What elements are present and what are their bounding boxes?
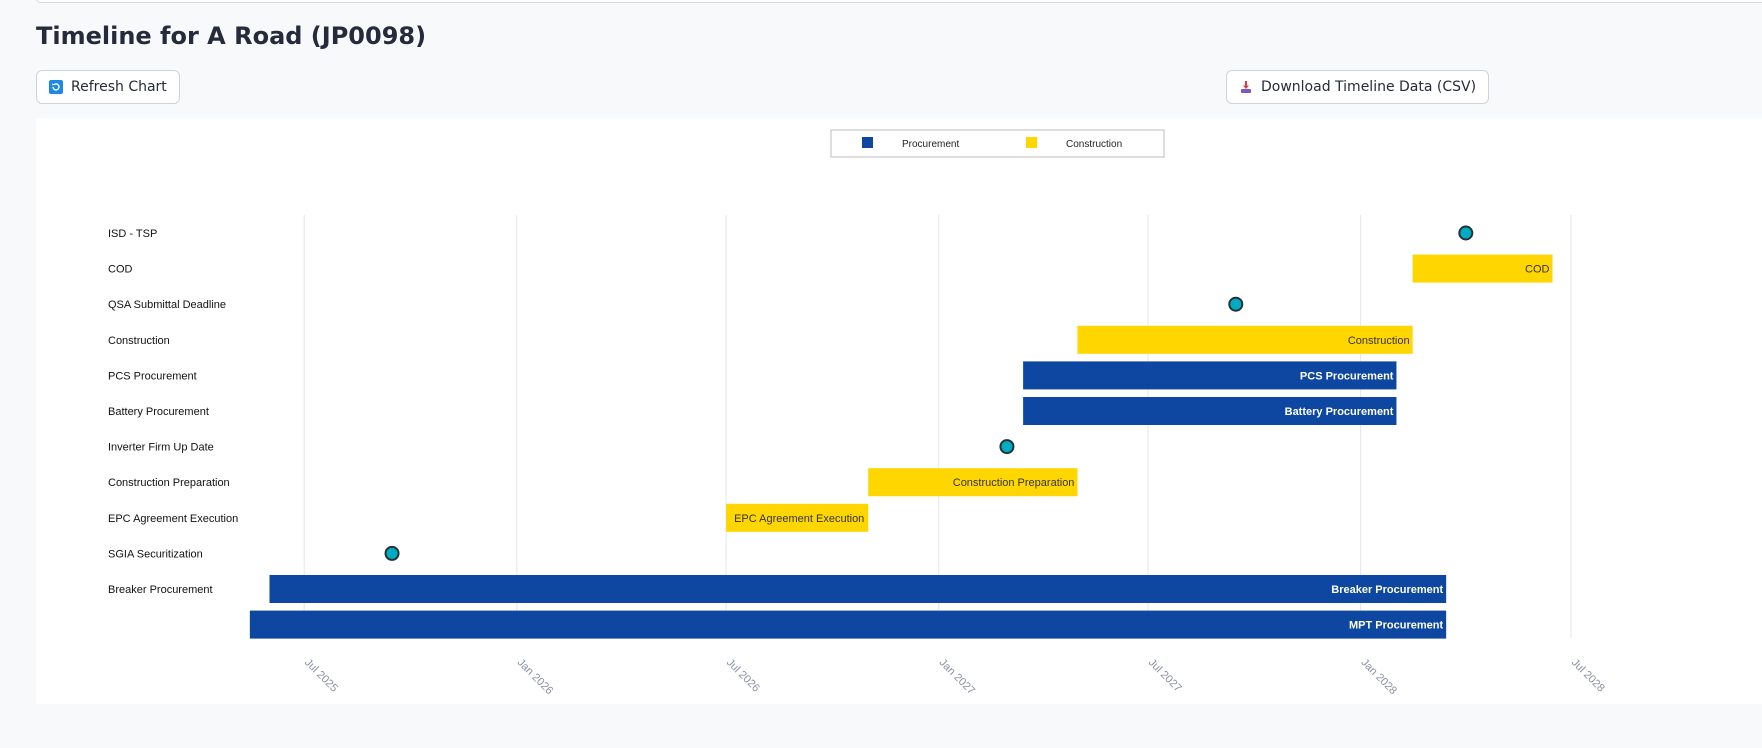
milestone-marker <box>1458 225 1474 241</box>
refresh-chart-label: Refresh Chart <box>71 79 167 95</box>
timeline-chart: Jul 2025 Jan 2026 Jul 2026 Jan 2027 Jul 2027… <box>36 118 1762 704</box>
row-label: ISD - TSP <box>108 228 157 240</box>
row-label: SGIA Securitization <box>108 548 203 560</box>
row-label: COD <box>108 264 133 276</box>
row-label: Construction <box>108 335 170 347</box>
row-label: PCS Procurement <box>108 370 197 382</box>
download-csv-button[interactable]: Download Timeline Data (CSV) <box>1226 70 1490 104</box>
download-icon <box>1239 80 1253 94</box>
row-label: Battery Procurement <box>108 406 209 418</box>
row-label: EPC Agreement Execution <box>108 513 238 525</box>
bar-label: Battery Procurement <box>1285 406 1394 418</box>
legend-label: Procurement <box>902 139 959 150</box>
milestone-marker <box>999 439 1015 455</box>
refresh-chart-button[interactable]: Refresh Chart <box>36 70 180 104</box>
x-tick-label: Jul 2026 <box>724 657 762 695</box>
x-tick-label: Jan 2027 <box>937 657 977 697</box>
bar-label: EPC Agreement Execution <box>734 513 864 525</box>
row-label: Breaker Procurement <box>108 584 213 596</box>
row-label: Construction Preparation <box>108 477 230 489</box>
x-tick-label: Jul 2027 <box>1146 657 1184 695</box>
bar-label: Construction <box>1348 335 1410 347</box>
top-input-bar <box>36 0 1762 3</box>
bar-label: COD <box>1525 264 1550 276</box>
download-csv-label: Download Timeline Data (CSV) <box>1261 79 1477 95</box>
page-title: Timeline for A Road (JP0098) <box>36 22 427 50</box>
gantt-bar <box>249 610 1447 639</box>
row-label: Inverter Firm Up Date <box>108 442 214 454</box>
bar-label: Breaker Procurement <box>1331 584 1443 596</box>
refresh-icon <box>49 80 63 94</box>
bar-label: MPT Procurement <box>1349 620 1443 632</box>
row-label: QSA Submittal Deadline <box>108 299 226 311</box>
gantt-chart-svg: Jul 2025 Jan 2026 Jul 2026 Jan 2027 Jul 2027… <box>108 129 1607 697</box>
legend-swatch <box>1026 137 1037 148</box>
gantt-bar <box>269 575 1447 603</box>
x-tick-label: Jul 2025 <box>302 657 340 695</box>
legend-label: Construction <box>1066 139 1122 150</box>
legend-swatch <box>862 137 873 148</box>
x-tick-label: Jan 2028 <box>1359 657 1399 697</box>
milestone-marker <box>384 545 400 561</box>
bar-label: PCS Procurement <box>1300 370 1394 382</box>
milestone-marker <box>1228 296 1244 312</box>
x-tick-label: Jul 2028 <box>1569 657 1607 695</box>
bar-label: Construction Preparation <box>953 477 1075 489</box>
x-tick-label: Jan 2026 <box>515 657 555 697</box>
